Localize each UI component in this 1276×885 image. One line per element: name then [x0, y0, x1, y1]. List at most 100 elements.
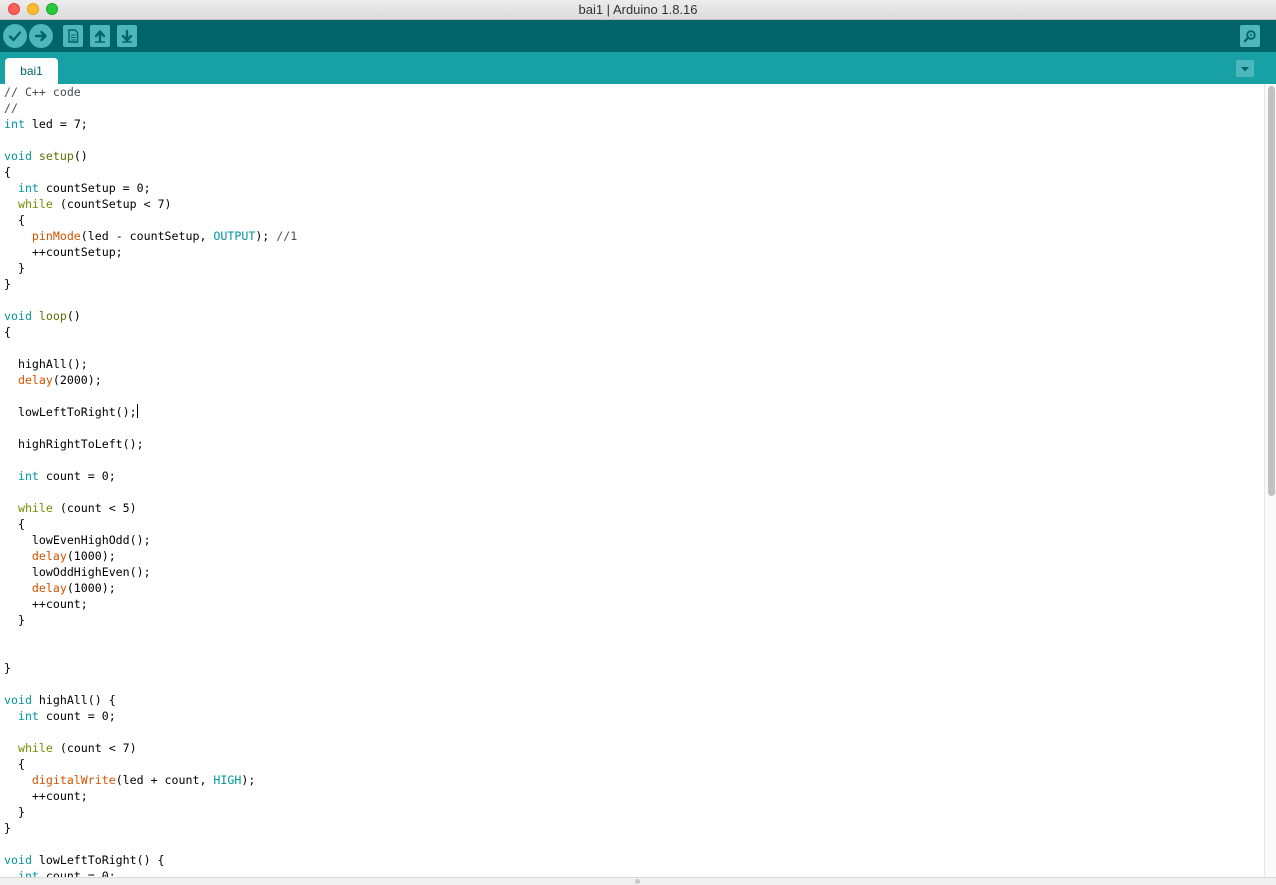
code-line[interactable]: } [4, 260, 297, 276]
code-token: void [4, 853, 32, 867]
code-line[interactable]: delay(1000); [4, 580, 297, 596]
code-line[interactable]: // C++ code [4, 84, 297, 100]
code-line[interactable]: digitalWrite(led + count, HIGH); [4, 772, 297, 788]
code-line[interactable]: ​ [4, 676, 297, 692]
code-token: countSetup = 0; [38, 181, 151, 195]
code-line[interactable]: int count = 0; [4, 708, 297, 724]
code-line[interactable]: void lowLeftToRight() { [4, 852, 297, 868]
code-line[interactable]: ​ [4, 484, 297, 500]
code-line[interactable]: { [4, 756, 297, 772]
code-token: led = 7; [24, 117, 88, 131]
window-title: bai1 | Arduino 1.8.16 [578, 2, 698, 17]
code-line[interactable]: ++count; [4, 788, 297, 804]
code-line[interactable]: void highAll() { [4, 692, 297, 708]
code-line[interactable]: { [4, 324, 297, 340]
code-token: void [4, 309, 32, 323]
code-token: lowOddHighEven(); [4, 565, 151, 579]
code-token: highAll() { [31, 693, 116, 707]
code-line[interactable]: highRightToLeft(); [4, 436, 297, 452]
code-line[interactable]: } [4, 804, 297, 820]
code-line[interactable]: ++countSetup; [4, 244, 297, 260]
code-line[interactable]: ++count; [4, 596, 297, 612]
code-line[interactable]: ​ [4, 340, 297, 356]
code-token: (count < 7) [52, 741, 137, 755]
code-line[interactable]: ​ [4, 724, 297, 740]
code-token: lowLeftToRight() { [31, 853, 165, 867]
code-token: ++countSetup; [4, 245, 123, 259]
code-line[interactable]: while (count < 5) [4, 500, 297, 516]
new-sketch-button[interactable] [63, 25, 83, 47]
code-line[interactable]: { [4, 516, 297, 532]
code-line[interactable]: delay(2000); [4, 372, 297, 388]
code-token: // [4, 101, 18, 115]
code-line[interactable]: lowEvenHighOdd(); [4, 532, 297, 548]
code-token: void [4, 693, 32, 707]
code-line[interactable]: ​ [4, 388, 297, 404]
tab-menu-button[interactable] [1236, 60, 1254, 77]
document-icon [68, 29, 79, 43]
code-token: (count < 5) [52, 501, 137, 515]
verify-button[interactable] [3, 24, 27, 48]
divider-grip-icon[interactable] [635, 879, 640, 884]
code-line[interactable]: while (count < 7) [4, 740, 297, 756]
text-cursor [136, 404, 138, 418]
code-line[interactable]: } [4, 820, 297, 836]
code-line[interactable]: } [4, 276, 297, 292]
serial-monitor-button[interactable] [1240, 25, 1260, 47]
code-line[interactable]: { [4, 164, 297, 180]
code-token: setup [38, 149, 74, 163]
code-line[interactable]: pinMode(led - countSetup, OUTPUT); //1 [4, 228, 297, 244]
code-line[interactable]: // [4, 100, 297, 116]
code-token: (led - countSetup, [80, 229, 214, 243]
code-line[interactable]: lowOddHighEven(); [4, 564, 297, 580]
code-token: count = 0; [38, 709, 116, 723]
code-token: ); [255, 229, 277, 243]
code-line[interactable]: ​ [4, 132, 297, 148]
code-line[interactable]: delay(1000); [4, 548, 297, 564]
code-line[interactable]: int led = 7; [4, 116, 297, 132]
code-token: () [66, 309, 81, 323]
code-token: } [4, 613, 25, 627]
code-token: lowEvenHighOdd(); [4, 533, 151, 547]
code-token: count = 0; [38, 469, 116, 483]
code-token: } [4, 261, 25, 275]
scrollbar-thumb[interactable] [1268, 86, 1275, 496]
code-text[interactable]: // C++ code//int led = 7;​void setup(){ … [4, 84, 297, 877]
code-line[interactable]: int count = 0; [4, 868, 297, 877]
chevron-down-icon [1241, 66, 1249, 71]
code-line[interactable]: int count = 0; [4, 468, 297, 484]
tab-bai1[interactable]: bai1 [5, 58, 58, 84]
code-line[interactable]: ​ [4, 420, 297, 436]
upload-button[interactable] [29, 24, 53, 48]
code-line[interactable]: void loop() [4, 308, 297, 324]
code-token: { [4, 165, 11, 179]
console-divider[interactable] [0, 877, 1276, 885]
code-line[interactable]: while (countSetup < 7) [4, 196, 297, 212]
editor-vertical-scrollbar[interactable] [1264, 84, 1276, 877]
toolbar [0, 20, 1276, 52]
code-token: while [17, 741, 53, 755]
code-token: ); [241, 773, 256, 787]
code-token: lowLeftToRight(); [4, 405, 137, 419]
code-line[interactable]: ​ [4, 628, 297, 644]
code-line[interactable]: lowLeftToRight(); [4, 404, 297, 420]
code-editor[interactable]: // C++ code//int led = 7;​void setup(){ … [0, 84, 1264, 877]
code-line[interactable]: ​ [4, 644, 297, 660]
code-token: while [17, 197, 53, 211]
code-line[interactable]: } [4, 612, 297, 628]
code-token: ++count; [4, 789, 88, 803]
code-line[interactable]: ​ [4, 836, 297, 852]
code-line[interactable]: int countSetup = 0; [4, 180, 297, 196]
open-sketch-button[interactable] [90, 25, 110, 47]
code-line[interactable]: { [4, 212, 297, 228]
code-line[interactable]: ​ [4, 292, 297, 308]
code-line[interactable]: ​ [4, 452, 297, 468]
code-line[interactable]: highAll(); [4, 356, 297, 372]
code-line[interactable]: } [4, 660, 297, 676]
save-sketch-button[interactable] [117, 25, 137, 47]
code-line[interactable]: void setup() [4, 148, 297, 164]
arrow-up-icon [94, 30, 106, 43]
